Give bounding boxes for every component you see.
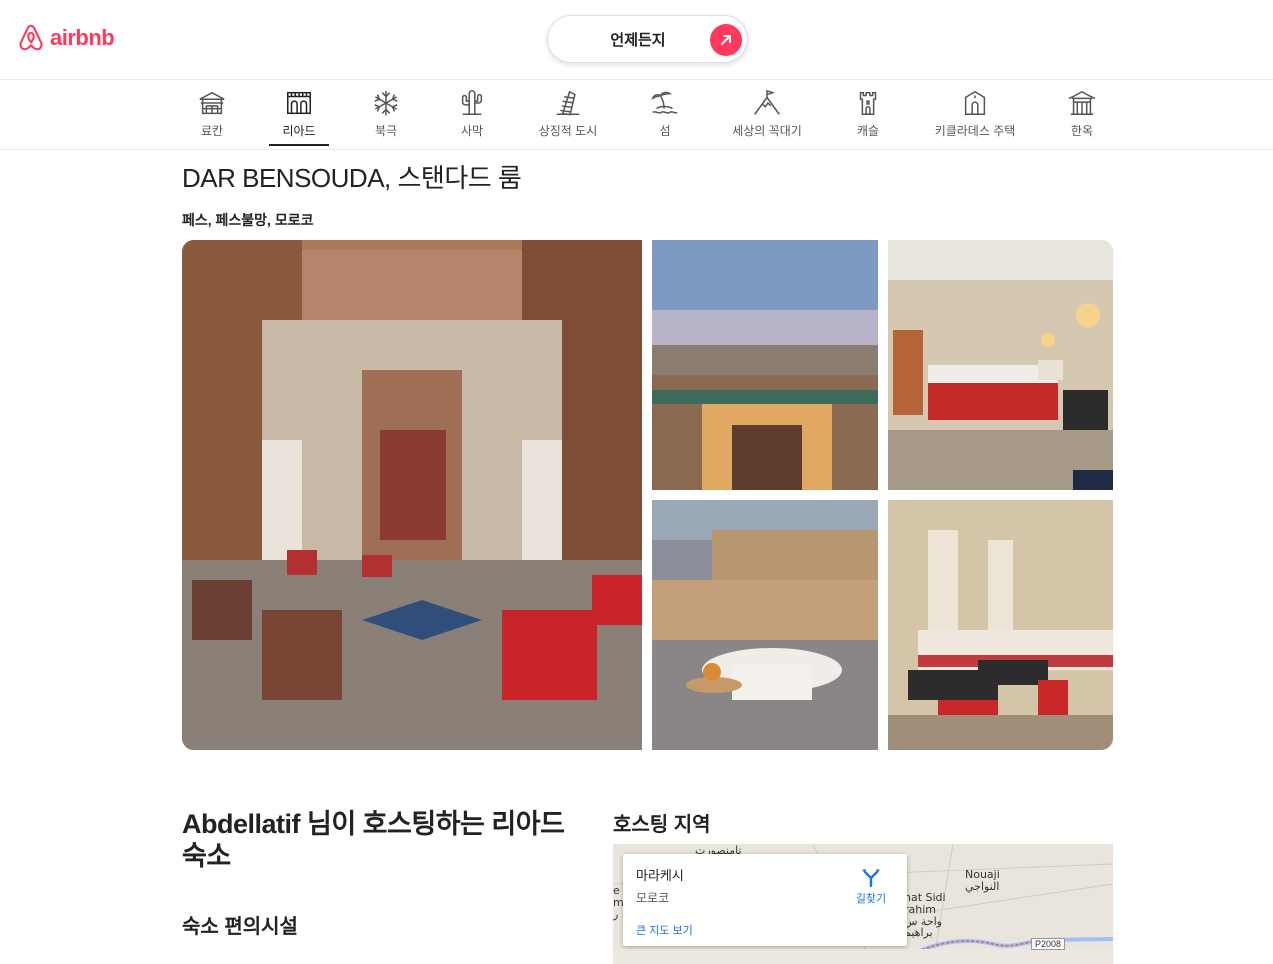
category-label: 료칸 [200, 124, 224, 138]
category-desert[interactable]: 사막 [455, 88, 489, 146]
category-label: 북극 [374, 124, 398, 138]
photo-gallery [182, 240, 1113, 750]
snowflake-icon [374, 90, 398, 116]
airbnb-logo[interactable]: airbnb [16, 22, 115, 54]
directions-label: 길찾기 [855, 893, 887, 905]
top-header: airbnb 언제든지 [0, 0, 1273, 80]
category-label: 리아드 [282, 124, 316, 138]
category-top-of-world[interactable]: 세상의 꼭대기 [732, 88, 802, 146]
ryokan-icon [199, 91, 225, 115]
view-larger-map-link[interactable]: 큰 지도 보기 [636, 922, 693, 938]
category-label: 사막 [460, 124, 484, 138]
listing-location-link[interactable]: 페스, 페스불망, 모로코 [182, 210, 313, 230]
category-label: 세상의 꼭대기 [732, 124, 802, 138]
map-label-left-r: ر [613, 908, 619, 921]
photo-rooftop-view[interactable] [652, 240, 878, 490]
map-country: 모로코 [636, 891, 670, 905]
host-heading: Abdellatif 님이 호스팅하는 리아드 숙소 [182, 809, 565, 871]
category-hanok[interactable]: 한옥 [1066, 88, 1098, 146]
lounge-image [888, 500, 1113, 750]
category-label: 상징적 도시 [538, 124, 598, 138]
category-label: 섬 [659, 124, 671, 138]
category-bar: 료칸 리아드 북극 사막 상징적 도시 섬 세상의 꼭대기 캐슬 키클라데스 주… [0, 80, 1273, 150]
map-label-barahim: براهيم [904, 926, 933, 939]
embedded-map[interactable]: Nouaji النواجي hat Sidi rahim واحة س برا… [613, 844, 1113, 964]
leaning-tower-icon [556, 90, 580, 116]
airbnb-logo-icon [19, 24, 43, 51]
map-info-card: 마라케시 모로코 큰 지도 보기 길찾기 [623, 854, 907, 946]
bedroom-image [888, 240, 1113, 490]
category-label: 캐슬 [856, 124, 880, 138]
listing-title: DAR BENSOUDA, 스탠다드 룸 [182, 163, 522, 193]
category-label: 키클라데스 주택 [934, 124, 1016, 138]
map-label-nouaji-ar: النواجي [965, 880, 1000, 893]
rooftop-image [652, 240, 878, 490]
map-city: 마라케시 [636, 868, 684, 883]
hosting-area-heading: 호스팅 지역 [613, 814, 711, 836]
island-icon [651, 91, 678, 114]
amenities-heading: 숙소 편의시설 [182, 916, 298, 938]
arrow-up-right-icon [721, 35, 731, 45]
photo-riad-courtyard[interactable] [182, 240, 642, 750]
cactus-icon [461, 90, 483, 115]
category-riad[interactable]: 리아드 [269, 88, 329, 146]
terrace-image [652, 500, 878, 750]
category-castle[interactable]: 캐슬 [855, 88, 881, 146]
courtyard-image [182, 240, 642, 750]
cycladic-house-icon [964, 90, 986, 115]
category-island[interactable]: 섬 [648, 88, 682, 146]
category-cycladic[interactable]: 키클라데스 주택 [935, 88, 1015, 146]
directions-icon [862, 869, 880, 888]
riad-icon [287, 91, 311, 115]
logo-text: airbnb [50, 25, 115, 50]
photo-bedroom[interactable] [888, 240, 1113, 490]
search-submit-button[interactable] [710, 24, 742, 56]
photo-terrace[interactable] [652, 500, 878, 750]
category-iconic-cities[interactable]: 상징적 도시 [538, 88, 598, 146]
castle-icon [859, 91, 877, 115]
search-pill-button[interactable]: 언제든지 [547, 15, 748, 63]
category-ryokan[interactable]: 료칸 [193, 88, 231, 146]
photo-lounge[interactable] [888, 500, 1113, 750]
directions-button[interactable]: 길찾기 [851, 866, 891, 906]
hanok-icon [1068, 90, 1096, 115]
map-road-badge: P2008 [1031, 938, 1066, 950]
mountain-flag-icon [754, 89, 780, 115]
category-arctic[interactable]: 북극 [368, 88, 404, 146]
category-label: 한옥 [1070, 124, 1094, 138]
